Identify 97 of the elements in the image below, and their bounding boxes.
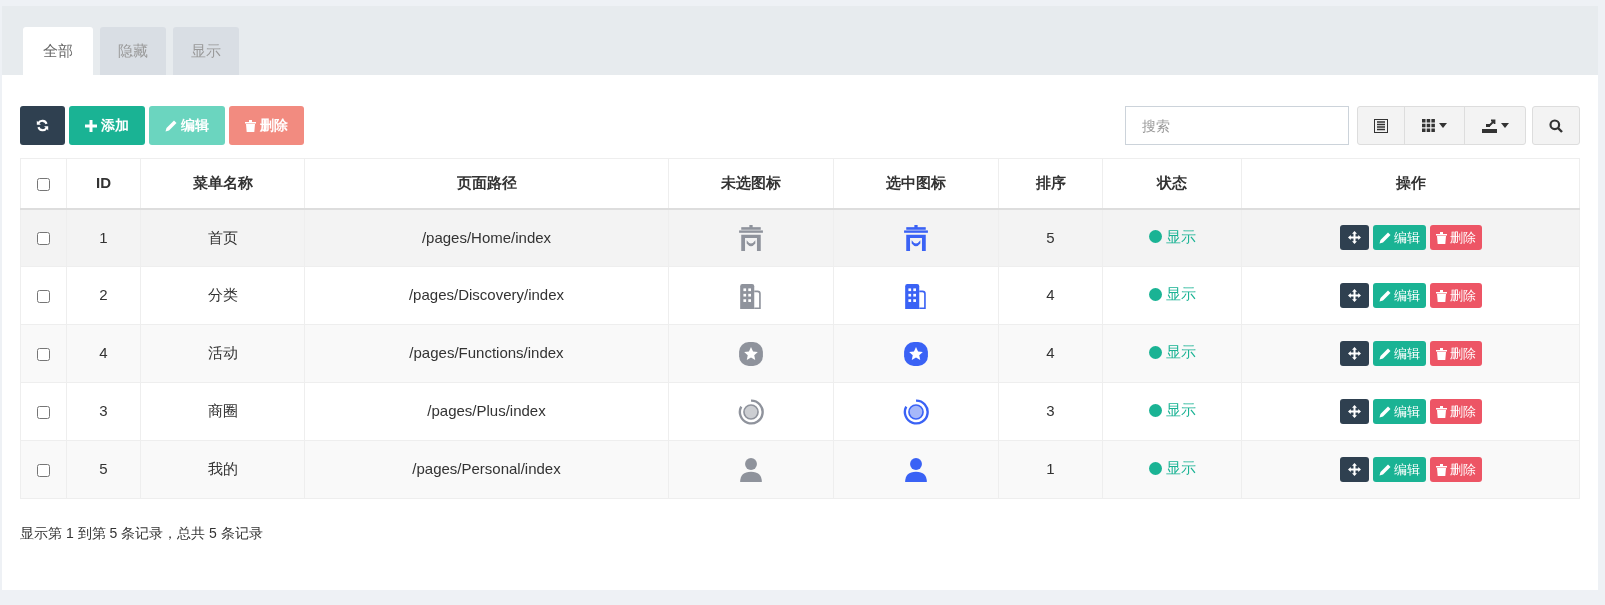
table-cell: 4: [1046, 286, 1055, 304]
edit-button[interactable]: 编辑: [1372, 457, 1426, 482]
person-icon: [738, 456, 764, 483]
pagination-info: 显示第 1 到第 5 条记录，总共 5 条记录: [20, 525, 263, 541]
status-label: 显示: [1165, 458, 1196, 479]
row-checkbox[interactable]: [37, 347, 50, 361]
grid-icon: [1422, 119, 1435, 132]
column-header: 菜单名称: [192, 174, 253, 191]
select-all-checkbox[interactable]: [37, 177, 50, 191]
pencil-icon: [165, 119, 177, 132]
table-cell: /pages/Home/index: [421, 228, 552, 246]
table-cell: 5: [1046, 228, 1055, 246]
move-icon: [1347, 289, 1361, 302]
row-checkbox[interactable]: [37, 463, 50, 477]
pencil-icon: [1378, 231, 1391, 244]
delete-button[interactable]: 删除: [1429, 457, 1482, 482]
edit-button[interactable]: 编辑: [1372, 399, 1426, 424]
column-header: 操作: [1395, 174, 1426, 191]
table-cell: 4: [1046, 344, 1055, 362]
table-cell: 1: [99, 228, 108, 246]
ring-icon: [738, 398, 764, 425]
table-cell: /pages/Functions/index: [409, 344, 564, 362]
pencil-icon: [1378, 463, 1391, 476]
status-label: 显示: [1165, 226, 1196, 247]
list-icon: [1374, 118, 1388, 133]
caret-icon: [1500, 123, 1509, 128]
column-header: 页面路径: [456, 174, 517, 191]
plus-icon: [85, 119, 97, 132]
trash-icon: [1435, 463, 1447, 476]
add-button[interactable]: 添加: [69, 106, 145, 145]
trash-icon: [1435, 289, 1447, 302]
move-button[interactable]: [1339, 457, 1369, 482]
refresh-icon: [36, 119, 49, 132]
status-label: 显示: [1165, 400, 1196, 421]
table-cell: 3: [99, 402, 108, 420]
row-checkbox[interactable]: [37, 289, 50, 303]
person-icon: [903, 456, 929, 483]
move-icon: [1347, 463, 1361, 476]
table-cell: 活动: [207, 344, 238, 362]
column-header: 状态: [1157, 174, 1187, 191]
table-cell: 2: [99, 286, 108, 304]
table-cell: /pages/Discovery/index: [408, 286, 565, 304]
move-button[interactable]: [1339, 283, 1369, 308]
table-cell: 5: [99, 460, 108, 478]
pencil-icon: [1378, 405, 1391, 418]
row-checkbox[interactable]: [37, 405, 50, 419]
table-cell: 4: [99, 344, 108, 362]
column-header: 排序: [1035, 174, 1066, 191]
column-header: 选中图标: [886, 174, 946, 191]
move-button[interactable]: [1339, 341, 1369, 366]
search-field[interactable]: 搜索: [1125, 106, 1349, 145]
move-icon: [1347, 405, 1361, 418]
table-cell: /pages/Personal/index: [412, 460, 561, 478]
delete-button[interactable]: 删除: [1429, 283, 1482, 308]
tab[interactable]: 全部: [23, 27, 93, 75]
refresh-button[interactable]: [20, 106, 65, 145]
move-icon: [1347, 231, 1361, 245]
table-cell: 我的: [207, 460, 238, 478]
ring-icon: [903, 398, 929, 425]
status-label: 显示: [1165, 342, 1196, 363]
column-header: 未选图标: [721, 174, 781, 191]
pencil-icon: [1378, 289, 1391, 302]
search-icon: [1549, 118, 1563, 133]
tab[interactable]: 显示: [173, 27, 239, 75]
edit-button[interactable]: 编辑: [1372, 283, 1426, 308]
caret-icon: [1439, 123, 1447, 128]
move-button[interactable]: [1339, 225, 1369, 251]
trash-icon: [245, 119, 256, 132]
table-cell: 3: [1046, 402, 1055, 420]
trash-icon: [1435, 231, 1447, 244]
building-icon: [903, 282, 929, 309]
table-cell: /pages/Plus/index: [427, 402, 546, 420]
delete-button[interactable]: 删除: [1429, 341, 1482, 366]
delete-button[interactable]: 删除: [1429, 225, 1482, 251]
star-badge-icon: [903, 340, 929, 367]
column-header: ID: [96, 174, 111, 191]
pencil-icon: [1378, 347, 1391, 360]
export-icon: [1481, 118, 1497, 133]
move-icon: [1347, 347, 1361, 360]
move-button[interactable]: [1339, 399, 1369, 424]
building-icon: [738, 282, 764, 309]
search-button[interactable]: [1532, 106, 1580, 145]
table-cell: 1: [1046, 460, 1055, 478]
delete-button[interactable]: 删除: [1429, 399, 1482, 424]
trash-icon: [1435, 347, 1447, 360]
edit-button[interactable]: 编辑: [1372, 341, 1426, 366]
trash-icon: [1435, 405, 1447, 418]
table-cell: 分类: [207, 286, 238, 304]
status-label: 显示: [1165, 284, 1196, 305]
gate-icon: [738, 224, 764, 251]
row-checkbox[interactable]: [37, 232, 50, 246]
star-badge-icon: [738, 340, 764, 367]
table-cell: 商圈: [207, 402, 238, 420]
tab[interactable]: 隐藏: [100, 27, 166, 75]
table-cell: 首页: [207, 228, 238, 246]
gate-icon: [903, 224, 929, 251]
edit-button[interactable]: 编辑: [1372, 225, 1426, 251]
